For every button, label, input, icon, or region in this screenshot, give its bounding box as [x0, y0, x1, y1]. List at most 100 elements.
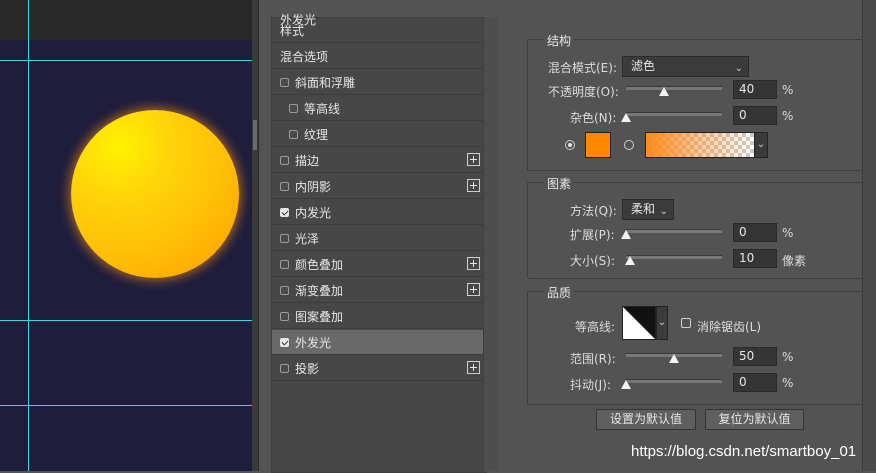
outer-glow-title: 外发光 — [280, 13, 317, 27]
opacity-input[interactable]: 40 — [733, 80, 777, 99]
style-item[interactable]: 内阴影 — [272, 174, 484, 199]
style-item-label: 外发光 — [295, 335, 332, 350]
noise-input[interactable]: 0 — [733, 106, 777, 125]
style-item-checkbox[interactable] — [280, 363, 289, 373]
technique-value: 柔和 — [631, 202, 656, 216]
antialias-checkbox[interactable] — [681, 318, 691, 328]
style-item-checkbox[interactable] — [280, 77, 289, 87]
spread-slider-thumb[interactable] — [621, 230, 631, 239]
style-item[interactable]: 颜色叠加 — [272, 252, 484, 277]
style-item-checkbox[interactable] — [280, 311, 289, 321]
chevron-down-icon: ⌄ — [659, 206, 668, 217]
size-input[interactable]: 10 — [733, 249, 777, 268]
range-slider-thumb[interactable] — [669, 354, 679, 363]
add-effect-plus-icon[interactable] — [467, 179, 480, 192]
style-item-label: 混合选项 — [280, 49, 329, 64]
spread-label: 扩展(P): — [570, 228, 615, 242]
style-item-label: 内阴影 — [295, 179, 332, 194]
sun-circle-layer[interactable] — [71, 110, 239, 278]
glow-color-swatch[interactable] — [585, 132, 611, 158]
style-item-checkbox[interactable] — [280, 337, 289, 347]
glow-gradient-picker[interactable] — [645, 132, 755, 158]
style-item-label: 图案叠加 — [295, 309, 344, 324]
style-item[interactable]: 混合选项 — [272, 44, 484, 69]
styles-list: 样式 混合选项 斜面和浮雕 等高线 纹理 描边 内阴影 内发光 光泽 颜色叠加 渐变叠加 图案叠加 外发… — [271, 17, 487, 473]
blend-mode-label: 混合模式(E): — [548, 61, 617, 75]
styles-list-scrollbar[interactable] — [483, 17, 498, 471]
noise-slider[interactable] — [626, 112, 722, 116]
style-item[interactable]: 等高线 — [272, 96, 484, 121]
size-slider-thumb[interactable] — [624, 256, 635, 265]
style-item-checkbox[interactable] — [280, 181, 289, 191]
structure-title: 结构 — [544, 32, 575, 49]
style-item-label: 等高线 — [304, 101, 341, 116]
opacity-slider[interactable] — [626, 86, 722, 90]
horizontal-guide[interactable] — [0, 405, 258, 406]
add-effect-plus-icon[interactable] — [467, 283, 480, 296]
add-effect-plus-icon[interactable] — [467, 257, 480, 270]
style-item[interactable]: 外发光 — [272, 330, 484, 355]
range-input[interactable]: 50 — [733, 347, 777, 366]
style-item-label: 内发光 — [295, 205, 332, 220]
style-item[interactable]: 投影 — [272, 356, 484, 381]
style-item[interactable]: 描边 — [272, 148, 484, 173]
horizontal-guide[interactable] — [0, 60, 258, 61]
style-item[interactable]: 斜面和浮雕 — [272, 70, 484, 95]
opacity-unit: % — [782, 83, 794, 97]
style-item[interactable]: 图案叠加 — [272, 304, 484, 329]
style-item-checkbox[interactable] — [280, 259, 289, 269]
style-item[interactable]: 渐变叠加 — [272, 278, 484, 303]
contour-label: 等高线: — [575, 320, 616, 334]
style-item-checkbox[interactable] — [280, 285, 289, 295]
range-unit: % — [782, 350, 794, 364]
style-item-checkbox[interactable] — [280, 207, 289, 217]
contour-dropdown-chevron-icon[interactable]: ⌄ — [656, 306, 668, 340]
spread-input[interactable]: 0 — [733, 223, 777, 242]
jitter-slider[interactable] — [626, 379, 722, 383]
size-slider[interactable] — [626, 255, 722, 259]
style-item-label: 颜色叠加 — [295, 257, 344, 272]
technique-dropdown[interactable]: 柔和 ⌄ — [622, 199, 674, 220]
elements-title: 图素 — [544, 175, 575, 192]
jitter-label: 抖动(J): — [570, 378, 611, 392]
spread-unit: % — [782, 226, 794, 240]
vertical-guide[interactable] — [28, 0, 29, 471]
scrollbar-thumb[interactable] — [253, 120, 257, 150]
watermark-text: https://blog.csdn.net/smartboy_01 — [631, 443, 857, 460]
opacity-label: 不透明度(O): — [548, 85, 619, 99]
gradient-radio[interactable] — [624, 140, 634, 150]
style-item-label: 光泽 — [295, 231, 320, 246]
style-item-checkbox[interactable] — [289, 103, 298, 113]
style-item-label: 纹理 — [304, 127, 329, 142]
jitter-input[interactable]: 0 — [733, 373, 777, 392]
jitter-slider-thumb[interactable] — [621, 380, 631, 389]
style-item-label: 描边 — [295, 153, 320, 168]
style-item[interactable]: 纹理 — [272, 122, 484, 147]
reset-default-button[interactable]: 复位为默认值 — [705, 409, 804, 430]
dialog-right-scrollbar[interactable] — [862, 0, 876, 471]
style-item[interactable]: 内发光 — [272, 200, 484, 225]
blend-mode-dropdown[interactable]: 滤色 ⌄ — [622, 56, 749, 77]
style-item-checkbox[interactable] — [280, 233, 289, 243]
chevron-down-icon: ⌄ — [734, 63, 743, 74]
noise-label: 杂色(N): — [570, 111, 617, 125]
contour-preview[interactable] — [622, 306, 656, 340]
add-effect-plus-icon[interactable] — [467, 361, 480, 374]
style-item[interactable]: 光泽 — [272, 226, 484, 251]
add-effect-plus-icon[interactable] — [467, 153, 480, 166]
style-item-label: 投影 — [295, 361, 320, 376]
style-item-checkbox[interactable] — [289, 129, 298, 139]
range-label: 范围(R): — [570, 352, 616, 366]
gradient-dropdown-chevron-icon[interactable]: ⌄ — [754, 132, 768, 158]
solid-color-radio[interactable] — [565, 140, 575, 150]
style-item-checkbox[interactable] — [280, 155, 289, 165]
horizontal-guide[interactable] — [0, 320, 258, 321]
opacity-slider-thumb[interactable] — [659, 87, 670, 96]
size-label: 大小(S): — [570, 254, 616, 268]
style-item-label: 斜面和浮雕 — [295, 75, 356, 90]
antialias-label: 消除锯齿(L) — [697, 320, 762, 334]
spread-slider[interactable] — [626, 229, 722, 233]
document-canvas[interactable] — [0, 0, 258, 471]
make-default-button[interactable]: 设置为默认值 — [596, 409, 696, 430]
noise-slider-thumb[interactable] — [621, 113, 631, 122]
